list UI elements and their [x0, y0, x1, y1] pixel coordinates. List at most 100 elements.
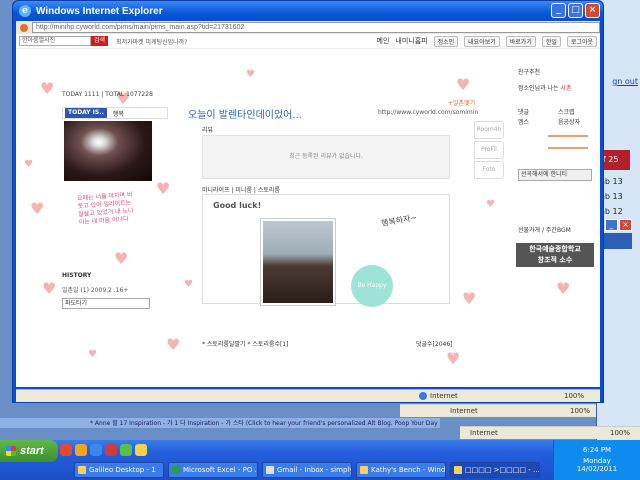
system-tray: 6:24 PM Monday 14/02/2011 — [553, 440, 640, 480]
history-label: HISTORY — [62, 272, 92, 279]
ie-window: e Windows Internet Explorer _ □ × http:/… — [12, 0, 604, 403]
maximize-icon[interactable]: □ — [568, 3, 583, 18]
profile-photo — [64, 121, 152, 181]
menu-main[interactable]: 메인 — [377, 36, 390, 46]
zone-label: Internet — [430, 392, 458, 400]
follow-link[interactable]: +일촌맺기 — [448, 98, 475, 107]
banner-line-2: 창조적 소수 — [537, 256, 573, 264]
title-bar[interactable]: e Windows Internet Explorer _ □ × — [13, 1, 603, 21]
ad-banner[interactable]: 한국예술종합학교 창조적 소수 — [516, 243, 594, 267]
task-excel[interactable]: Microsoft Excel - PO ... — [168, 462, 258, 478]
quicklaunch-icon[interactable] — [60, 444, 72, 456]
bgm-player[interactable]: 선곡해서에 한니티 — [518, 169, 592, 181]
friend-row: 정소인님과 나는 사촌 — [518, 83, 572, 92]
quicklaunch-icon[interactable] — [75, 444, 87, 456]
stat-box[interactable]: 음공상자 — [558, 117, 580, 126]
menu-my-hompy[interactable]: 내미니홈피 — [395, 36, 427, 46]
story-room-links[interactable]: * 스토리룸달팔기 * 스토리룸수[1] — [202, 339, 288, 348]
address-bar: http://minihp.cyworld.com/pims/main/pims… — [16, 21, 600, 34]
quicklaunch-icon[interactable] — [135, 444, 147, 456]
background-status-bar: Internet 100% — [460, 426, 640, 439]
top-menu: 메인 내미니홈피 정소인 내요아보기 바로가기 한일 로그아웃 — [377, 35, 597, 47]
heart-icon: ♥ — [246, 69, 255, 80]
heart-icon: ♥ — [184, 279, 193, 290]
window-title: Windows Internet Explorer — [36, 5, 163, 17]
banner-line-1: 한국예술종합학교 — [529, 245, 581, 253]
zone-indicator: Internet — [419, 392, 458, 400]
miniroom-photo — [261, 219, 335, 305]
pado-select[interactable]: 파도타기 — [62, 298, 150, 309]
heart-icon: ♥ — [42, 279, 57, 298]
zoom-label: 100% — [609, 429, 630, 437]
logout-button[interactable]: 로그아웃 — [566, 35, 597, 47]
taskbar: start Galileo Desktop - 1 Microsoft Exce… — [0, 440, 640, 480]
stat-scrap[interactable]: 스크랩 — [558, 107, 575, 116]
page-content: 한아름앨사진 검색 최저가마켓 미케팅신입나까? 메인 내미니홈피 정소인 내요… — [16, 34, 600, 387]
minihompy: ♥ ♥ ♥ ♥ ♥ ♥ ♥ ♥ ♥ ♥ ♥ ♥ ♥ ♥ ♥ ♥ TODAY 11… — [16, 49, 600, 387]
history-text: 일촌일 (1) 2009.2 .16+ — [62, 287, 129, 294]
quicklaunch-icon[interactable] — [105, 444, 117, 456]
task-galileo[interactable]: Galileo Desktop - 1 — [74, 462, 164, 478]
miniroom-box: Good luck! Be Happy 행복하자~ — [202, 194, 450, 307]
zone-label: Internet — [470, 429, 498, 437]
page-title: 오늘이 발렌타인데이었어... — [188, 110, 302, 121]
heart-icon: ♥ — [24, 159, 33, 170]
handwritten-sticker: 행복하자~ — [380, 212, 418, 229]
right-panel: 친구추천 정소인님과 나는 사촌 댓글 스크랩 엠스 음공상자 선곡해서에 한니… — [514, 67, 594, 367]
task-kathys-bench[interactable]: Kathy's Bench - Wind... — [356, 462, 446, 478]
menu-shortcut-button[interactable]: 바로가기 — [505, 35, 536, 47]
progress-slider[interactable] — [548, 147, 588, 149]
profile-message: 요때는 너를 마자며 비웃고 있어 일라이트는 잘살고 있었거 내 노나이는 내… — [76, 191, 134, 227]
url-field[interactable]: http://minihp.cyworld.com/pims/main/pims… — [32, 22, 600, 33]
tab-room[interactable]: Room4h — [474, 121, 504, 139]
task-gmail[interactable]: Gmail - Inbox - simply... — [262, 462, 352, 478]
volume-slider[interactable] — [548, 135, 588, 137]
windows-logo-icon — [6, 446, 16, 456]
start-button[interactable]: start — [0, 440, 58, 462]
zoom-label: 100% — [569, 407, 590, 415]
zone-label: Internet — [450, 407, 478, 415]
cyworld-topbar: 한아름앨사진 검색 최저가마켓 미케팅신입나까? 메인 내미니홈피 정소인 내요… — [16, 34, 600, 49]
background-status-bar: Internet 100% — [400, 404, 596, 417]
minimize-icon[interactable]: _ — [605, 219, 618, 231]
stat-reply[interactable]: 댓글 — [518, 107, 529, 116]
menu-name-button[interactable]: 정소인 — [433, 35, 459, 47]
today-is-label: TODAY IS.. — [65, 108, 107, 118]
task-list: Galileo Desktop - 1 Microsoft Excel - PO… — [74, 462, 540, 478]
tab-photo[interactable]: Foto — [474, 161, 504, 179]
page-icon — [20, 23, 28, 32]
hompy-url[interactable]: http://www.cyworld.com/somimin — [378, 109, 478, 116]
friend-name: 정소인님과 나는 — [518, 85, 559, 92]
heart-icon: ♥ — [456, 75, 471, 94]
recommend-label[interactable]: 친구추천 — [518, 67, 540, 76]
heart-icon: ♥ — [40, 79, 55, 98]
clock-time[interactable]: 6:24 PM — [554, 446, 640, 454]
globe-icon — [419, 392, 427, 400]
menu-one-button[interactable]: 한일 — [541, 35, 561, 47]
heart-icon: ♥ — [446, 349, 461, 368]
heart-icon: ♥ — [30, 199, 45, 218]
bgm-label[interactable]: 선물가게 / 주간BGM — [518, 225, 571, 234]
menu-view-button[interactable]: 내요아보기 — [464, 35, 500, 47]
review-label: 리뷰 — [202, 127, 214, 134]
task-cyworld[interactable]: □□□□ >□□□□ - ... — [450, 462, 540, 478]
ie-status-bar: Internet 100% — [16, 389, 600, 402]
quicklaunch-icon[interactable] — [120, 444, 132, 456]
quicklaunch-icon[interactable] — [90, 444, 102, 456]
sign-out-link[interactable]: gn out — [612, 77, 638, 86]
tagline[interactable]: 최저가마켓 미케팅신입나까? — [116, 37, 187, 46]
mood-box: TODAY IS.. 행복 — [62, 107, 168, 119]
zoom-control[interactable]: 100% — [564, 392, 584, 400]
minimize-icon[interactable]: _ — [551, 3, 566, 18]
friend-badge: 사촌 — [560, 85, 572, 92]
search-button[interactable]: 검색 — [91, 36, 109, 46]
good-luck-sticker: Good luck! — [213, 201, 262, 210]
close-icon[interactable]: × — [585, 3, 600, 18]
search-input[interactable]: 한아름앨사진 — [19, 36, 91, 46]
background-window-controls: _ × — [604, 219, 634, 232]
close-icon[interactable]: × — [619, 219, 632, 231]
background-window-text: * Anne 할 17 Inspiration - 가 1 다 Inspirat… — [0, 418, 440, 428]
stat-ems[interactable]: 엠스 — [518, 117, 529, 126]
tab-profile[interactable]: ProFil — [474, 141, 504, 159]
media-tabs[interactable]: 미니라이프 | 미니룸 | 스토리룸 — [202, 185, 280, 194]
